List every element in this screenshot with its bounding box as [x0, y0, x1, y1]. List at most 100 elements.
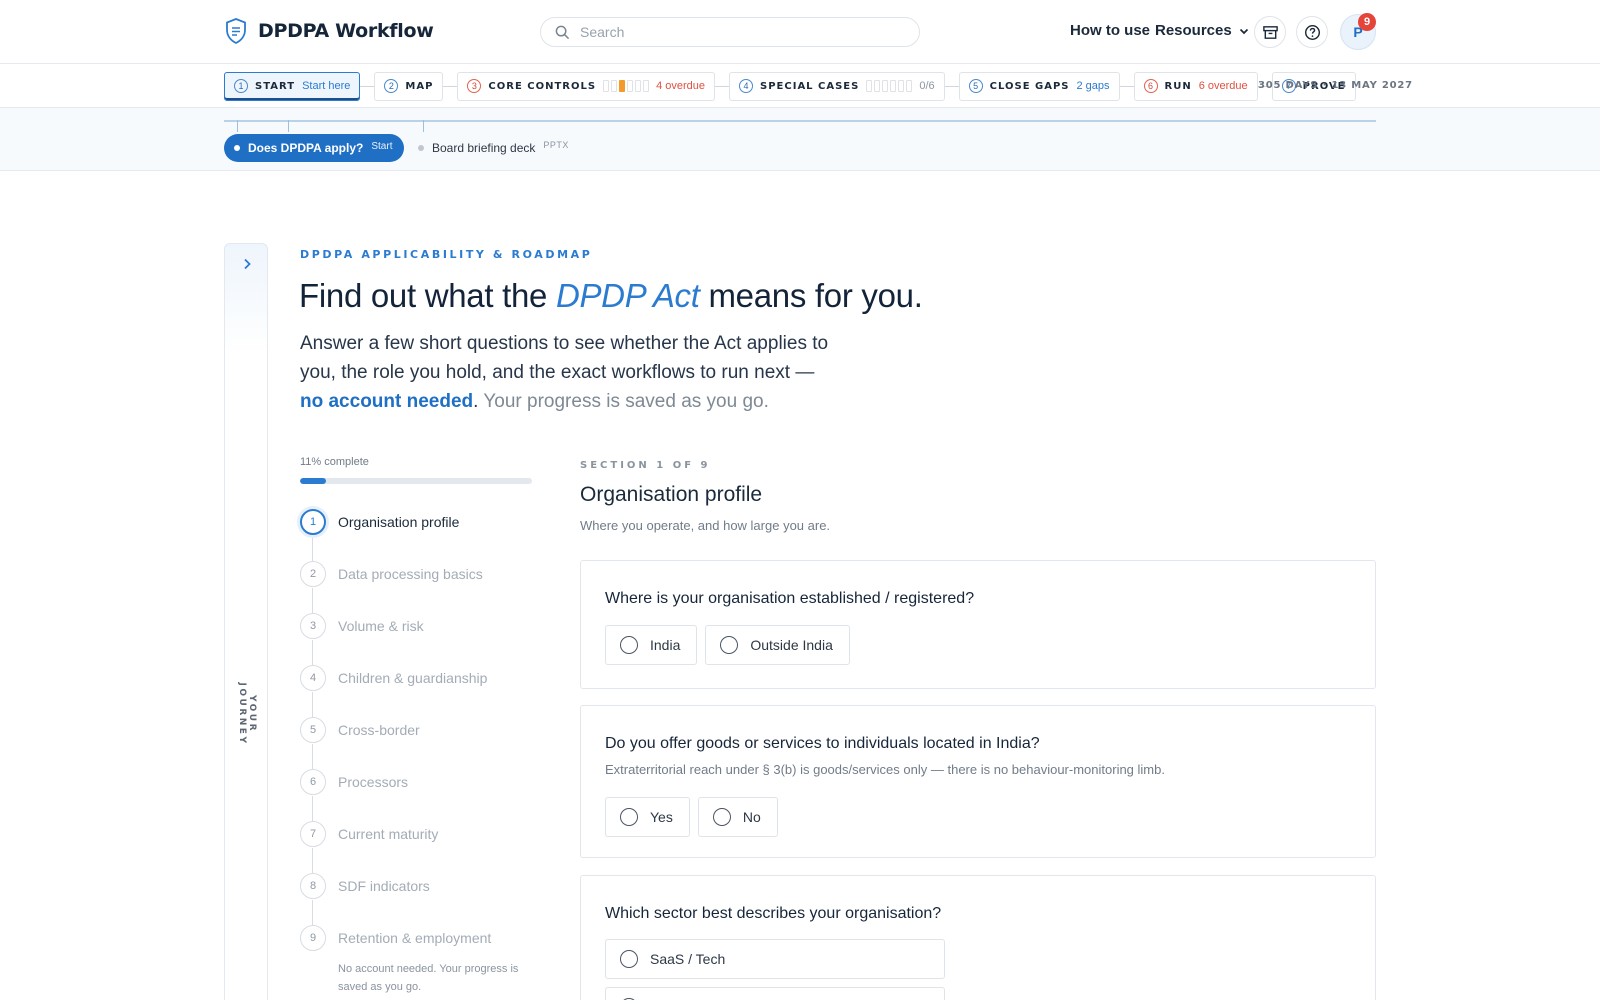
step-sub: 4 overdue	[656, 80, 706, 92]
step-number: 3	[467, 79, 482, 93]
question-card: Which sector best describes your organis…	[580, 875, 1376, 1000]
option-yes[interactable]: Yes	[605, 797, 690, 837]
radio-button[interactable]	[620, 636, 638, 654]
section-eyebrow: SECTION 1 OF 9	[580, 460, 711, 471]
resources-label: Resources	[1155, 22, 1232, 39]
title-suffix: means for you.	[699, 277, 923, 314]
question-card: Where is your organisation established /…	[580, 560, 1376, 689]
deck-label: Board briefing deck	[432, 141, 536, 155]
help-button[interactable]	[1296, 16, 1328, 48]
journey-rail: YOUR JOURNEY	[224, 243, 268, 1000]
option-saas-tech[interactable]: SaaS / Tech	[605, 939, 945, 979]
step-special-cases[interactable]: 4 SPECIAL CASES 0/6	[729, 71, 945, 101]
section-connector	[312, 744, 313, 769]
page-title: Find out what the DPDP Act means for you…	[299, 277, 923, 315]
app-title: DPDPA Workflow	[258, 20, 434, 42]
section-description: Where you operate, and how large you are…	[580, 518, 831, 533]
step-run[interactable]: 6 RUN 6 overdue	[1133, 71, 1258, 101]
section-item[interactable]: 2 Data processing basics	[300, 561, 540, 613]
step-number: 2	[384, 79, 399, 93]
step-progress-segments	[603, 80, 650, 92]
section-number: 4	[300, 665, 326, 691]
step-core-controls[interactable]: 3 CORE CONTROLS 4 overdue	[457, 71, 716, 101]
deck-file-tag: PPTX	[543, 140, 569, 150]
archive-button[interactable]	[1254, 16, 1286, 48]
search-box[interactable]	[540, 17, 920, 47]
step-sub: 6 overdue	[1198, 80, 1248, 92]
section-list: 1 Organisation profile 2 Data processing…	[300, 509, 540, 977]
board-briefing-deck-link[interactable]: Board briefing deck PPTX	[418, 140, 569, 155]
step-connector	[443, 85, 458, 87]
radio-button[interactable]	[712, 808, 731, 826]
radio-button[interactable]	[720, 636, 739, 654]
step-number: 5	[968, 79, 983, 93]
question-text: Do you offer goods or services to indivi…	[605, 735, 1040, 752]
notification-badge: 9	[1358, 13, 1376, 31]
section-item[interactable]: 1 Organisation profile	[300, 509, 540, 561]
section-name: SDF indicators	[338, 878, 430, 894]
desc-muted: Your progress is saved as you go.	[478, 391, 769, 412]
option-next[interactable]	[605, 987, 945, 1000]
question-options: Yes No	[605, 797, 1351, 837]
progress-bar	[300, 478, 532, 484]
chevron-down-icon	[1239, 28, 1248, 34]
section-item[interactable]: 6 Processors	[300, 769, 540, 821]
step-connector	[944, 85, 959, 87]
option-no[interactable]: No	[697, 797, 778, 837]
section-item[interactable]: 5 Cross-border	[300, 717, 540, 769]
search-input[interactable]	[580, 24, 880, 40]
step-close-gaps[interactable]: 5 CLOSE GAPS 2 gaps	[958, 71, 1120, 101]
track-tick	[423, 120, 424, 132]
section-number: 1	[300, 509, 326, 535]
workflow-stepper: 1 START Start here 2 MAP 3 CORE CONTROLS…	[0, 64, 1600, 108]
how-to-use-link[interactable]: How to use	[1070, 22, 1150, 39]
step-label: CORE CONTROLS	[488, 80, 597, 92]
section-number: 2	[300, 561, 326, 587]
question-options: India Outside India	[605, 625, 1351, 665]
resources-menu[interactable]: Resources	[1155, 22, 1250, 39]
notification-count: 9	[1363, 16, 1371, 28]
section-number: 6	[300, 769, 326, 795]
section-item[interactable]: 3 Volume & risk	[300, 613, 540, 665]
section-connector	[312, 692, 313, 717]
top-navbar: DPDPA Workflow How to use Resources P	[0, 0, 1600, 64]
title-prefix: Find out what the	[299, 277, 556, 314]
step-label: MAP	[405, 80, 434, 92]
step-sub: Start here	[302, 80, 351, 92]
section-item[interactable]: 8 SDF indicators	[300, 873, 540, 925]
step-number: 4	[739, 79, 754, 93]
sections-note: No account needed. Your progress is save…	[338, 963, 519, 993]
how-to-use-label: How to use	[1070, 22, 1151, 39]
section-name: Processors	[338, 774, 409, 790]
section-connector	[312, 900, 313, 925]
section-name: Data processing basics	[338, 566, 483, 582]
option-outside-india[interactable]: Outside India	[705, 625, 850, 665]
step-label: SPECIAL CASES	[760, 80, 860, 92]
question-options: SaaS / Tech	[605, 939, 1351, 1000]
brand[interactable]: DPDPA Workflow	[224, 17, 434, 45]
radio-button[interactable]	[620, 808, 638, 826]
section-name: Volume & risk	[338, 618, 424, 634]
page-eyebrow: DPDPA APPLICABILITY & ROADMAP	[300, 248, 593, 261]
option-label: Outside India	[750, 637, 833, 653]
progress-label: 11% complete	[300, 456, 369, 468]
step-map[interactable]: 2 MAP	[374, 71, 444, 101]
section-item[interactable]: 4 Children & guardianship	[300, 665, 540, 717]
section-connector	[312, 848, 313, 873]
track-tick	[237, 120, 238, 132]
question-card: Do you offer goods or services to indivi…	[580, 705, 1376, 858]
step-start[interactable]: 1 START Start here	[224, 71, 361, 101]
option-india[interactable]: India	[605, 625, 698, 665]
step-connector	[360, 85, 375, 87]
stepper-steps: 1 START Start here 2 MAP 3 CORE CONTROLS…	[224, 71, 1356, 101]
section-item[interactable]: 7 Current maturity	[300, 821, 540, 873]
section-connector	[312, 796, 313, 821]
pill-sub: Start	[371, 140, 393, 152]
step-sub: 2 gaps	[1076, 80, 1110, 92]
section-name: Children & guardianship	[338, 670, 488, 686]
does-dpdpa-apply-pill[interactable]: Does DPDPA apply? Start	[224, 134, 405, 162]
radio-button[interactable]	[620, 950, 638, 968]
chevron-right-icon[interactable]	[239, 256, 255, 272]
option-label: No	[742, 809, 761, 825]
desc-main: Answer a few short questions to see whet…	[300, 333, 829, 383]
